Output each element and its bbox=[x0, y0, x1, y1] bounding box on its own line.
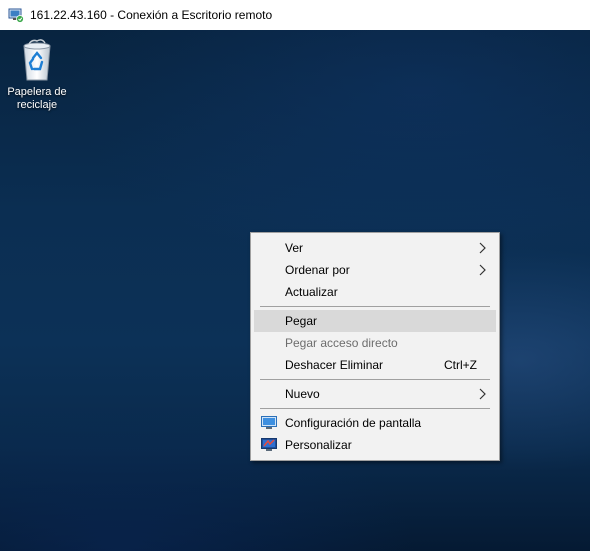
menu-separator bbox=[260, 379, 490, 380]
desktop-context-menu: Ver Ordenar por Actualizar Pegar Pegar a… bbox=[250, 232, 500, 461]
personalize-icon bbox=[261, 438, 277, 451]
recycle-bin-label-line2: reciclaje bbox=[16, 99, 58, 111]
shortcut-ctrl-z: Ctrl+Z bbox=[444, 358, 477, 372]
window-title: 161.22.43.160 - Conexión a Escritorio re… bbox=[30, 8, 273, 22]
display-settings-icon bbox=[261, 416, 277, 429]
menu-separator bbox=[260, 408, 490, 409]
menu-item-ordenar-por[interactable]: Ordenar por bbox=[254, 259, 496, 281]
chevron-right-icon bbox=[479, 388, 486, 400]
chevron-right-icon bbox=[479, 264, 486, 276]
menu-item-nuevo[interactable]: Nuevo bbox=[254, 383, 496, 405]
menu-item-personalizar[interactable]: Personalizar bbox=[254, 434, 496, 456]
menu-item-pegar-acceso-directo[interactable]: Pegar acceso directo bbox=[254, 332, 496, 354]
menu-item-deshacer-eliminar[interactable]: Deshacer Eliminar Ctrl+Z bbox=[254, 354, 496, 376]
recycle-bin-label-line1: Papelera de bbox=[7, 86, 67, 98]
menu-item-pegar-acceso-directo-label: Pegar acceso directo bbox=[285, 336, 398, 350]
recycle-bin-icon bbox=[23, 39, 51, 81]
menu-separator bbox=[260, 306, 490, 307]
menu-item-configuracion-pantalla[interactable]: Configuración de pantalla bbox=[254, 412, 496, 434]
menu-item-deshacer-eliminar-label: Deshacer Eliminar bbox=[285, 358, 384, 372]
menu-item-pegar-label: Pegar bbox=[285, 314, 318, 328]
menu-item-actualizar[interactable]: Actualizar bbox=[254, 281, 496, 303]
menu-item-actualizar-label: Actualizar bbox=[285, 285, 338, 299]
chevron-right-icon bbox=[479, 242, 486, 254]
remote-desktop-icon bbox=[8, 8, 24, 23]
menu-item-pegar[interactable]: Pegar bbox=[254, 310, 496, 332]
menu-item-ver-label: Ver bbox=[285, 241, 304, 255]
menu-item-nuevo-label: Nuevo bbox=[285, 387, 320, 401]
menu-item-ordenar-por-label: Ordenar por bbox=[285, 263, 350, 277]
recycle-bin-shortcut[interactable]: Papelera de reciclaje bbox=[2, 38, 72, 112]
menu-item-ver[interactable]: Ver bbox=[254, 237, 496, 259]
menu-item-configuracion-pantalla-label: Configuración de pantalla bbox=[285, 416, 422, 430]
title-bar[interactable]: 161.22.43.160 - Conexión a Escritorio re… bbox=[0, 0, 590, 30]
menu-item-personalizar-label: Personalizar bbox=[285, 438, 352, 452]
